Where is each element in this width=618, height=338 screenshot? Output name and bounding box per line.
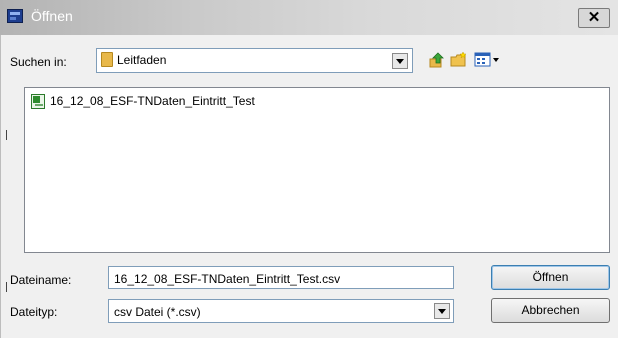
cancel-button[interactable]: Abbrechen	[491, 298, 610, 323]
app-icon	[7, 9, 23, 23]
excel-file-icon	[31, 94, 45, 109]
file-list[interactable]: 16_12_08_ESF-TNDaten_Eintritt_Test	[24, 87, 610, 253]
title-bar[interactable]: Öffnen ✕	[0, 0, 618, 35]
close-icon: ✕	[587, 9, 601, 26]
filetype-value: csv Datei (*.csv)	[114, 305, 201, 319]
view-menu-icon[interactable]	[474, 51, 500, 69]
close-button[interactable]: ✕	[578, 8, 610, 28]
filetype-label: Dateityp:	[10, 305, 58, 319]
lookin-label: Suchen in:	[10, 55, 67, 69]
filetype-select[interactable]: csv Datei (*.csv)	[108, 299, 454, 323]
filename-value: 16_12_08_ESF-TNDaten_Eintritt_Test.csv	[114, 272, 341, 286]
window-left-edge	[0, 35, 1, 338]
open-file-dialog: Öffnen ✕ Suchen in: Leitfaden 16_12_08_E…	[0, 0, 618, 338]
divider	[6, 130, 7, 140]
chevron-down-icon[interactable]	[392, 53, 408, 69]
lookin-folder-name: Leitfaden	[117, 53, 167, 67]
open-button[interactable]: Öffnen	[491, 265, 610, 290]
filename-label: Dateiname:	[10, 273, 72, 287]
folder-icon	[101, 52, 113, 67]
file-name: 16_12_08_ESF-TNDaten_Eintritt_Test	[50, 94, 255, 108]
up-folder-icon[interactable]	[428, 51, 446, 69]
dialog-title: Öffnen	[31, 8, 73, 24]
filename-input[interactable]: 16_12_08_ESF-TNDaten_Eintritt_Test.csv	[108, 266, 454, 289]
divider	[6, 282, 7, 292]
chevron-down-icon[interactable]	[434, 303, 450, 319]
lookin-combobox[interactable]: Leitfaden	[96, 48, 413, 73]
new-folder-icon[interactable]	[450, 51, 468, 69]
